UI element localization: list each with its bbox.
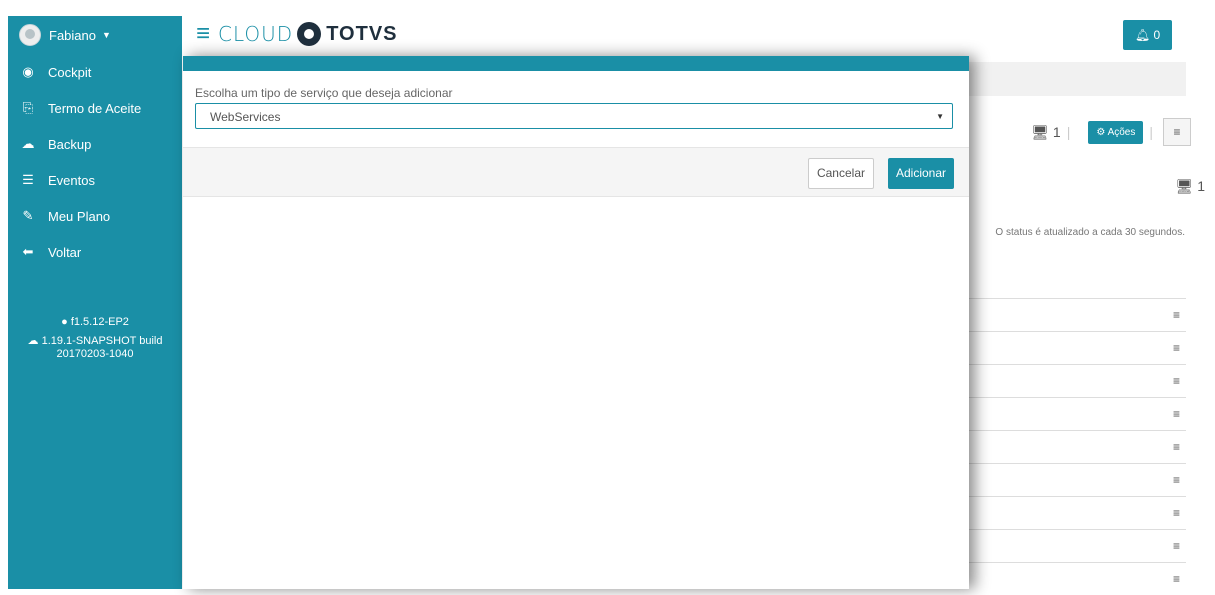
gear-icon: ⚙ — [1096, 126, 1106, 138]
user-menu[interactable]: Fabiano ▼ — [8, 16, 182, 54]
list-icon: ☰ — [22, 172, 34, 187]
drop-icon: ● — [61, 316, 68, 328]
sidebar-item-label: Termo de Aceite — [48, 100, 142, 116]
user-name: Fabiano — [49, 27, 96, 43]
backend-build: 20170203-1040 — [56, 348, 134, 360]
divider: | — [1149, 124, 1153, 140]
edit-icon: ✎ — [22, 208, 34, 223]
logo-brand-text: TOTVS — [326, 22, 398, 45]
sidebar-item-label: Voltar — [48, 244, 82, 260]
table-row: ≡ — [969, 529, 1186, 562]
row-menu-icon[interactable]: ≡ — [1173, 506, 1180, 520]
server-count: 1 — [1052, 124, 1061, 140]
server-count-secondary: 🖥︎ 1 — [1176, 178, 1205, 195]
hamburger-menu-icon[interactable]: ≡ — [196, 20, 210, 48]
table-row: ≡ — [969, 364, 1186, 397]
row-menu-icon[interactable]: ≡ — [1173, 539, 1180, 553]
notifications-count: 0 — [1153, 28, 1161, 42]
status-text: O status é atualizado a cada 30 segundos… — [995, 227, 1185, 238]
chevron-down-icon: ▼ — [936, 112, 944, 121]
logo-cloud-text: CLOUD — [218, 22, 294, 46]
server-count-value: 1 — [1197, 178, 1205, 194]
sidebar: Fabiano ▼ ◉ Cockpit ⎘ Termo de Aceite ☁ … — [8, 16, 182, 589]
top-bar: ≡ CLOUD TOTVS 🔔︎ 0 — [182, 16, 1215, 56]
background-content: 🖥︎ 1 | ⚙ Ações | ≡ 🖥︎ 1 O status é atual… — [969, 56, 1215, 589]
table-row: ≡ — [969, 397, 1186, 430]
sidebar-item-termo-de-aceite[interactable]: ⎘ Termo de Aceite — [8, 90, 182, 126]
breadcrumb — [969, 62, 1186, 96]
bell-icon: 🔔︎ — [1134, 28, 1151, 42]
list-view-button[interactable]: ≡ — [1163, 118, 1191, 146]
sidebar-item-label: Eventos — [48, 172, 95, 188]
server-icon: 🖥︎ — [1031, 123, 1050, 140]
row-menu-icon[interactable]: ≡ — [1173, 572, 1180, 586]
divider: | — [1066, 124, 1071, 140]
arrow-left-icon: ⬅ — [22, 244, 34, 259]
table-row: ≡ — [969, 430, 1186, 463]
table-row: ≡ — [969, 463, 1186, 496]
version-info: ● f1.5.12-EP2 ☁ 1.19.1-SNAPSHOT build 201… — [8, 316, 182, 361]
notifications-button[interactable]: 🔔︎ 0 — [1123, 20, 1172, 50]
document-icon: ⎘ — [22, 100, 34, 115]
cancel-button[interactable]: Cancelar — [807, 158, 874, 189]
sidebar-item-label: Cockpit — [48, 64, 92, 80]
frontend-version: f1.5.12-EP2 — [70, 316, 129, 328]
actions-button[interactable]: ⚙ Ações — [1088, 120, 1144, 144]
avatar — [19, 24, 41, 46]
backend-version: 1.19.1-SNAPSHOT build — [41, 335, 163, 347]
sidebar-item-voltar[interactable]: ⬅ Voltar — [8, 234, 182, 270]
row-menu-icon[interactable]: ≡ — [1173, 341, 1180, 355]
modal-header — [183, 56, 969, 71]
toolbar: 🖥︎ 1 | ⚙ Ações | ≡ — [1031, 118, 1191, 146]
server-icon: 🖥︎ — [1175, 178, 1194, 194]
actions-label: Ações — [1107, 126, 1136, 138]
table-row: ≡ — [969, 298, 1186, 331]
sidebar-item-backup[interactable]: ☁ Backup — [8, 126, 182, 162]
cloud-icon: ☁ — [27, 335, 39, 347]
add-service-modal: Escolha um tipo de serviço que deseja ad… — [183, 56, 969, 589]
add-button[interactable]: Adicionar — [887, 158, 954, 189]
sidebar-item-cockpit[interactable]: ◉ Cockpit — [8, 54, 182, 90]
modal-footer: Cancelar Adicionar — [183, 147, 969, 197]
sidebar-item-eventos[interactable]: ☰ Eventos — [8, 162, 182, 198]
sidebar-item-label: Backup — [48, 136, 92, 152]
row-menu-icon[interactable]: ≡ — [1173, 407, 1180, 421]
service-type-select[interactable]: WebServices ▼ — [195, 103, 953, 129]
table-row: ≡ — [969, 331, 1186, 364]
table-row: ≡ — [969, 496, 1186, 529]
chevron-down-icon: ▼ — [101, 30, 111, 40]
table-row: ≡ — [969, 562, 1186, 595]
cloud-upload-icon: ☁ — [21, 136, 35, 151]
service-list: ≡ ≡ ≡ ≡ ≡ ≡ ≡ ≡ ≡ — [969, 298, 1186, 595]
row-menu-icon[interactable]: ≡ — [1173, 374, 1180, 388]
sidebar-item-meu-plano[interactable]: ✎ Meu Plano — [8, 198, 182, 234]
selected-service: WebServices — [210, 110, 281, 124]
totvs-logo-icon — [297, 22, 322, 46]
logo[interactable]: ≡ CLOUD TOTVS — [196, 20, 398, 48]
dashboard-icon: ◉ — [22, 64, 34, 79]
row-menu-icon[interactable]: ≡ — [1173, 473, 1180, 487]
service-type-label: Escolha um tipo de serviço que deseja ad… — [195, 86, 453, 100]
sidebar-item-label: Meu Plano — [48, 208, 111, 224]
list-icon: ≡ — [1173, 125, 1181, 139]
row-menu-icon[interactable]: ≡ — [1173, 440, 1180, 454]
row-menu-icon[interactable]: ≡ — [1173, 308, 1180, 322]
